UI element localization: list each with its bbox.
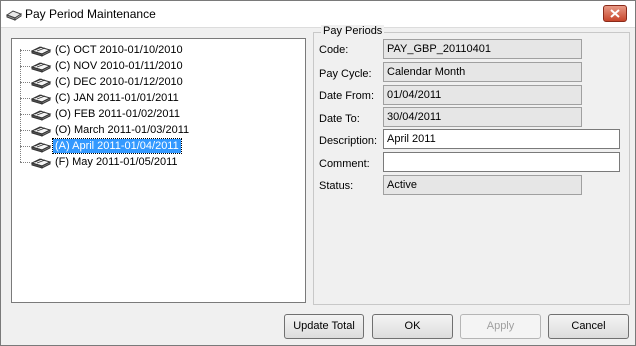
- date-to-label: Date To:: [319, 113, 360, 125]
- cancel-button[interactable]: Cancel: [548, 314, 629, 339]
- tree-branch-line: [20, 162, 30, 163]
- tree-item[interactable]: (A) April 2011-01/04/2011: [12, 138, 292, 154]
- date-from-field: 01/04/2011: [383, 85, 582, 105]
- code-field: PAY_GBP_20110401: [383, 39, 582, 59]
- tree-item[interactable]: (C) NOV 2010-01/11/2010: [12, 58, 292, 74]
- status-label: Status:: [319, 180, 354, 192]
- tree-item[interactable]: (F) May 2011-01/05/2011: [12, 154, 292, 170]
- tree-branch-line: [20, 66, 30, 67]
- tree-branch-line: [20, 146, 30, 147]
- status-field: Active: [383, 175, 582, 195]
- description-label: Description:: [319, 135, 378, 147]
- tree-item[interactable]: (C) DEC 2010-01/12/2010: [12, 74, 292, 90]
- pay-cycle-field: Calendar Month: [383, 62, 582, 82]
- book-stack-icon: [30, 123, 52, 137]
- book-stack-icon: [30, 43, 52, 57]
- pay-cycle-label: Pay Cycle:: [319, 68, 372, 80]
- tree-item-label: (C) JAN 2011-01/01/2011: [55, 92, 179, 104]
- close-icon: [610, 9, 620, 18]
- book-stack-icon: [30, 155, 52, 169]
- tree-item-label: (C) NOV 2010-01/11/2010: [55, 60, 183, 72]
- tree-item-label: (F) May 2011-01/05/2011: [55, 156, 178, 168]
- book-stack-icon: [30, 59, 52, 73]
- tree-item-label: (O) FEB 2011-01/02/2011: [55, 108, 180, 120]
- pay-periods-legend: Pay Periods: [321, 25, 385, 37]
- tree-item[interactable]: (C) JAN 2011-01/01/2011: [12, 90, 292, 106]
- pay-period-tree[interactable]: (C) OCT 2010-01/10/2010 (C) NOV 2010-01/1…: [11, 38, 306, 303]
- pay-period-app-icon: [5, 6, 23, 22]
- date-to-field: 30/04/2011: [383, 107, 582, 127]
- update-total-button[interactable]: Update Total: [284, 314, 364, 339]
- title-bar: Pay Period Maintenance: [1, 1, 635, 28]
- book-stack-icon: [30, 107, 52, 121]
- book-stack-icon: [30, 139, 52, 153]
- tree-branch-line: [20, 130, 30, 131]
- tree-branch-line: [20, 98, 30, 99]
- tree-item[interactable]: (O) March 2011-01/03/2011: [12, 122, 292, 138]
- description-input[interactable]: April 2011: [383, 129, 620, 149]
- tree-item[interactable]: (C) OCT 2010-01/10/2010: [12, 42, 292, 58]
- tree-branch-line: [20, 50, 30, 51]
- close-button[interactable]: [603, 5, 627, 22]
- window-title: Pay Period Maintenance: [25, 7, 156, 21]
- ok-button[interactable]: OK: [372, 314, 453, 339]
- tree-item-label: (A) April 2011-01/04/2011: [52, 138, 182, 154]
- tree-item-label: (C) OCT 2010-01/10/2010: [55, 44, 183, 56]
- book-stack-icon: [30, 75, 52, 89]
- book-stack-icon: [30, 91, 52, 105]
- pay-period-maintenance-window: Pay Period Maintenance (C) OCT 2010-01/1…: [0, 0, 636, 346]
- tree-item[interactable]: (O) FEB 2011-01/02/2011: [12, 106, 292, 122]
- tree-item-label: (O) March 2011-01/03/2011: [55, 124, 190, 136]
- date-from-label: Date From:: [319, 90, 375, 102]
- apply-button[interactable]: Apply: [460, 314, 541, 339]
- tree-item-label: (C) DEC 2010-01/12/2010: [55, 76, 183, 88]
- comment-label: Comment:: [319, 158, 370, 170]
- comment-input[interactable]: [383, 152, 620, 172]
- tree-branch-line: [20, 114, 30, 115]
- tree-branch-line: [20, 82, 30, 83]
- code-label: Code:: [319, 44, 349, 56]
